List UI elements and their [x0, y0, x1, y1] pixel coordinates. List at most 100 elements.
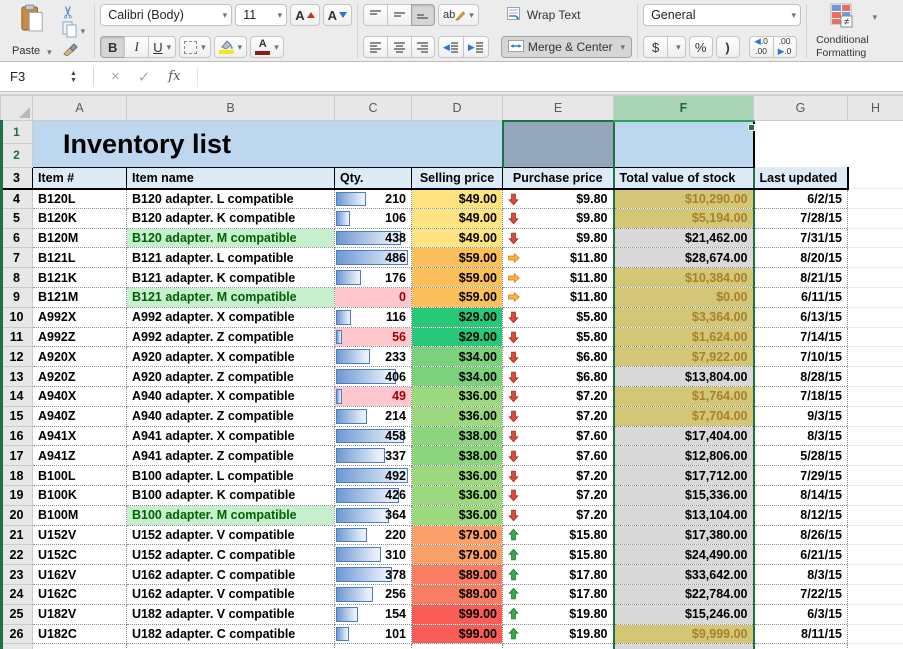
- conditional-formatting-button[interactable]: ≠ Conditional Formatting: [812, 3, 881, 59]
- cell-item[interactable]: A920Z: [33, 367, 127, 387]
- cell-item[interactable]: U162V: [33, 565, 127, 585]
- cell-item[interactable]: A920X: [33, 347, 127, 367]
- cell-qty[interactable]: 214: [335, 406, 412, 426]
- cell-item-name[interactable]: A920 adapter. Z compatible: [127, 367, 335, 387]
- cell-last-updated[interactable]: 8/26/15: [754, 525, 848, 545]
- italic-button[interactable]: I: [124, 36, 148, 58]
- cell-total-value[interactable]: $5,194.00: [614, 208, 754, 228]
- cell-empty-h[interactable]: [848, 208, 903, 228]
- cell-purchase-price[interactable]: $17.80: [503, 565, 614, 585]
- font-color-button[interactable]: A: [250, 36, 284, 58]
- cell-total-value[interactable]: $12,806.00: [614, 446, 754, 466]
- cell-last-updated[interactable]: 9/3/15: [754, 406, 848, 426]
- row-header-25[interactable]: 25: [1, 604, 33, 624]
- cell-empty-h[interactable]: [848, 545, 903, 565]
- cell-purchase-price[interactable]: $17.80: [503, 584, 614, 604]
- selected-cell-f1[interactable]: [503, 121, 614, 168]
- row-header-16[interactable]: 16: [1, 426, 33, 446]
- confirm-icon[interactable]: ✓: [138, 68, 151, 86]
- cell-selling-price[interactable]: $29.00: [412, 307, 503, 327]
- row-header-23[interactable]: 23: [1, 565, 33, 585]
- cell-selling-price[interactable]: $36.00: [412, 505, 503, 525]
- cell-selling-price[interactable]: $34.00: [412, 367, 503, 387]
- cell-item-name[interactable]: B120 adapter. K compatible: [127, 208, 335, 228]
- cell-qty[interactable]: 256: [335, 584, 412, 604]
- number-format-combo[interactable]: General: [643, 4, 801, 26]
- cell-item-name[interactable]: B100 adapter. M compatible: [127, 505, 335, 525]
- cell-selling-price[interactable]: $49.00: [412, 189, 503, 209]
- cell-item-name[interactable]: A920 adapter. X compatible: [127, 347, 335, 367]
- cell-selling-price[interactable]: $59.00: [412, 268, 503, 288]
- cell-item-name[interactable]: B100 adapter. L compatible: [127, 466, 335, 486]
- cell-item[interactable]: A992Z: [33, 327, 127, 347]
- merge-center-button[interactable]: Merge & Center: [501, 36, 632, 58]
- cell-last-updated[interactable]: 6/11/15: [754, 287, 848, 307]
- cell-empty-h[interactable]: [848, 584, 903, 604]
- cell-last-updated[interactable]: 7/14/15: [754, 327, 848, 347]
- cell-empty-h[interactable]: [848, 307, 903, 327]
- decrease-font-button[interactable]: A: [323, 4, 352, 26]
- row-header-22[interactable]: 22: [1, 545, 33, 565]
- row-header-3[interactable]: 3: [1, 168, 33, 189]
- cell-total-value[interactable]: $7,922.00: [614, 347, 754, 367]
- cell-item[interactable]: B120K: [33, 208, 127, 228]
- cell-item-name[interactable]: A940 adapter. Z compatible: [127, 406, 335, 426]
- cell-item[interactable]: B121M: [33, 287, 127, 307]
- header-qty[interactable]: Qty.: [335, 168, 412, 189]
- row-header-13[interactable]: 13: [1, 367, 33, 387]
- cell-empty-h[interactable]: [848, 624, 903, 644]
- wrap-text-button[interactable]: Wrap Text: [501, 4, 632, 26]
- cell-selling-price[interactable]: $29.00: [412, 327, 503, 347]
- cell-empty-h[interactable]: [848, 406, 903, 426]
- cell-item[interactable]: U152V: [33, 525, 127, 545]
- header-selling-price[interactable]: Selling price: [412, 168, 503, 189]
- cell-last-updated[interactable]: 8/3/15: [754, 426, 848, 446]
- cell-last-updated[interactable]: 8/12/15: [754, 505, 848, 525]
- cell-purchase-price[interactable]: $9.80: [503, 208, 614, 228]
- copy-button[interactable]: [60, 22, 88, 40]
- row-header-24[interactable]: 24: [1, 584, 33, 604]
- cell-purchase-price[interactable]: $9.80: [503, 228, 614, 248]
- cell-empty-h[interactable]: [848, 525, 903, 545]
- row-header-9[interactable]: 9: [1, 287, 33, 307]
- cell-total-value[interactable]: $24,490.00: [614, 545, 754, 565]
- header-purchase-price[interactable]: Purchase price: [503, 168, 614, 189]
- cell-last-updated[interactable]: 7/28/15: [754, 208, 848, 228]
- cell-qty[interactable]: 486: [335, 248, 412, 268]
- cell-selling-price[interactable]: $59.00: [412, 287, 503, 307]
- row-header-11[interactable]: 11: [1, 327, 33, 347]
- select-all-corner[interactable]: [1, 96, 33, 121]
- sheet-title-cell[interactable]: Inventory list: [33, 121, 503, 168]
- row-header-12[interactable]: 12: [1, 347, 33, 367]
- cell-empty-h[interactable]: [848, 327, 903, 347]
- cell-empty-h[interactable]: [848, 248, 903, 268]
- cell-purchase-price[interactable]: $15.80: [503, 525, 614, 545]
- cell-item[interactable]: A941X: [33, 426, 127, 446]
- cell-selling-price[interactable]: $36.00: [412, 406, 503, 426]
- cell-total-value[interactable]: $10,290.00: [614, 189, 754, 209]
- cell-last-updated[interactable]: 7/18/15: [754, 386, 848, 406]
- cell-item[interactable]: A940Z: [33, 406, 127, 426]
- cell-item-name[interactable]: A992 adapter. Z compatible: [127, 327, 335, 347]
- cell-last-updated[interactable]: 8/11/15: [754, 624, 848, 644]
- cell-item-name[interactable]: A941 adapter. Z compatible: [127, 446, 335, 466]
- column-header-B[interactable]: B: [127, 96, 335, 121]
- cell-selling-price[interactable]: $49.00: [412, 228, 503, 248]
- borders-button[interactable]: [179, 36, 211, 58]
- cell-qty[interactable]: 458: [335, 426, 412, 446]
- cell-purchase-price[interactable]: $7.20: [503, 466, 614, 486]
- cell-item[interactable]: B121L: [33, 248, 127, 268]
- cell-purchase-price[interactable]: $11.80: [503, 268, 614, 288]
- paste-button[interactable]: Paste: [6, 3, 58, 59]
- row-header-18[interactable]: 18: [1, 466, 33, 486]
- cell-last-updated[interactable]: 5/28/15: [754, 446, 848, 466]
- cell-item-name[interactable]: A941 adapter. X compatible: [127, 426, 335, 446]
- align-bottom-button[interactable]: [411, 4, 435, 26]
- header-item-name[interactable]: Item name: [127, 168, 335, 189]
- cell-empty-h[interactable]: [848, 268, 903, 288]
- cell-empty-h[interactable]: [848, 287, 903, 307]
- increase-indent-button[interactable]: ▶: [463, 36, 489, 58]
- cell-total-value[interactable]: $17,380.00: [614, 525, 754, 545]
- cell-item-name[interactable]: U162 adapter. V compatible: [127, 584, 335, 604]
- cell-item[interactable]: U162C: [33, 584, 127, 604]
